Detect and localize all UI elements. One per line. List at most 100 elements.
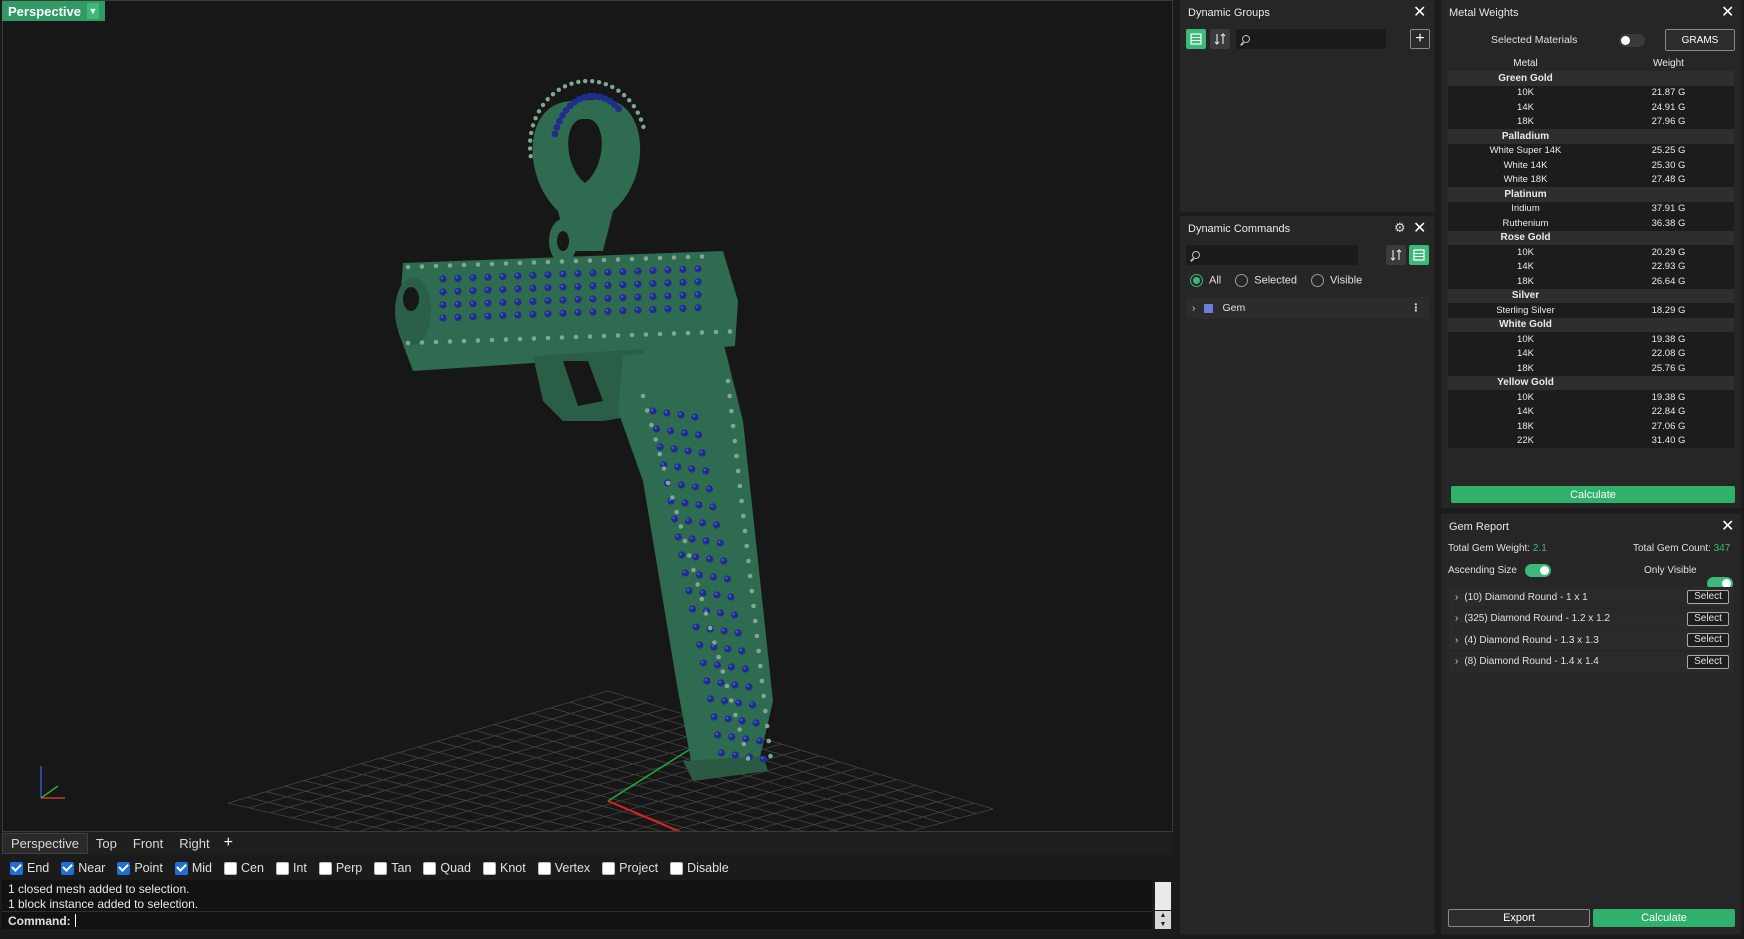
osnap-checkbox[interactable]: [423, 861, 437, 875]
gem-list-item[interactable]: › (325) Diamond Round - 1.2 x 1.2 Select: [1449, 608, 1733, 629]
gem-stone: [671, 515, 679, 523]
commands-search-input[interactable]: [1186, 245, 1358, 265]
calculate-weights-button[interactable]: Calculate: [1451, 486, 1735, 503]
osnap-knot[interactable]: Knot: [483, 861, 526, 875]
gem-stone: [734, 453, 739, 459]
close-icon[interactable]: ✕: [1721, 516, 1734, 536]
osnap-checkbox[interactable]: [483, 861, 496, 875]
osnap-checkbox[interactable]: [670, 861, 684, 875]
gem-stone: [530, 273, 534, 276]
osnap-checkbox[interactable]: [61, 861, 75, 875]
command-scrollbar[interactable]: ▲ ▼: [1154, 882, 1172, 929]
osnap-point[interactable]: Point: [117, 861, 163, 875]
filter-all-radio[interactable]: All: [1190, 274, 1221, 287]
osnap-checkbox[interactable]: [224, 861, 237, 875]
filter-visible-radio[interactable]: Visible: [1311, 274, 1362, 287]
groups-search-input[interactable]: [1236, 29, 1386, 49]
gem-stone: [733, 752, 736, 756]
select-gem-button[interactable]: Select: [1687, 633, 1729, 647]
close-icon[interactable]: ✕: [1721, 2, 1734, 22]
osnap-checkbox[interactable]: [374, 861, 388, 875]
tab-top[interactable]: Top: [88, 834, 125, 853]
calculate-gems-button[interactable]: Calculate: [1593, 909, 1735, 927]
osnap-project[interactable]: Project: [602, 861, 658, 875]
more-options-icon[interactable]: ⋮: [1411, 302, 1422, 314]
gem-stone: [574, 283, 582, 291]
osnap-checkbox[interactable]: [174, 861, 188, 875]
table-view-icon[interactable]: [1186, 29, 1206, 49]
chevron-right-icon[interactable]: ›: [1192, 302, 1196, 314]
osnap-label: End: [27, 861, 50, 875]
tab-right[interactable]: Right: [171, 834, 217, 853]
gem-stone: [653, 437, 658, 442]
select-gem-button[interactable]: Select: [1687, 611, 1729, 626]
selected-materials-toggle[interactable]: [1619, 34, 1645, 47]
add-group-button[interactable]: +: [1410, 29, 1430, 49]
perspective-viewport[interactable]: [2, 0, 1173, 832]
gem-list-item[interactable]: › (8) Diamond Round - 1.4 x 1.4 Select: [1449, 651, 1733, 672]
viewport-menu-caret-icon[interactable]: ▼: [87, 3, 99, 19]
gem-stone: [590, 270, 594, 274]
viewport-title-button[interactable]: Perspective ▼: [2, 1, 105, 21]
chevron-right-icon[interactable]: ›: [1455, 613, 1458, 624]
osnap-cen[interactable]: Cen: [224, 861, 264, 875]
gem-stone: [759, 678, 765, 684]
ascending-size-toggle[interactable]: [1525, 564, 1551, 577]
chevron-right-icon[interactable]: ›: [1455, 592, 1458, 603]
gem-stone: [454, 274, 462, 282]
gem-stone: [735, 468, 741, 474]
tab-perspective[interactable]: Perspective: [2, 832, 88, 854]
select-gem-button[interactable]: Select: [1687, 590, 1729, 604]
gem-stone: [692, 553, 700, 561]
gem-stone: [672, 446, 675, 450]
osnap-checkbox[interactable]: [602, 861, 616, 875]
osnap-quad[interactable]: Quad: [423, 861, 471, 875]
osnap-tan[interactable]: Tan: [374, 861, 411, 875]
metal-alloy-cell: Ruthenium: [1448, 216, 1603, 231]
scroll-down-icon[interactable]: ▼: [1155, 920, 1171, 929]
tab-front[interactable]: Front: [125, 834, 171, 853]
command-input[interactable]: Command:: [2, 911, 1152, 929]
scrollbar-thumb[interactable]: [1155, 882, 1171, 910]
select-gem-button[interactable]: Select: [1687, 654, 1729, 669]
gear-icon[interactable]: ⚙: [1394, 220, 1406, 236]
export-button[interactable]: Export: [1448, 909, 1590, 927]
osnap-int[interactable]: Int: [275, 861, 307, 875]
close-icon[interactable]: ✕: [1413, 2, 1426, 22]
gem-stone: [752, 618, 758, 624]
gem-stone: [682, 538, 688, 544]
gem-stone: [676, 534, 679, 538]
add-viewport-tab-button[interactable]: +: [218, 834, 239, 852]
osnap-vertex[interactable]: Vertex: [537, 861, 590, 875]
sort-icon[interactable]: [1210, 29, 1230, 49]
osnap-near[interactable]: Near: [61, 861, 105, 875]
osnap-perp[interactable]: Perp: [318, 861, 362, 875]
chevron-right-icon[interactable]: ›: [1455, 635, 1458, 646]
gem-stone: [679, 291, 687, 299]
osnap-checkbox[interactable]: [318, 861, 332, 875]
units-button[interactable]: GRAMS: [1665, 29, 1735, 51]
gem-list-item[interactable]: › (10) Diamond Round - 1 x 1 Select: [1449, 587, 1733, 607]
gem-stone: [668, 428, 671, 432]
table-view-icon[interactable]: [1409, 245, 1429, 265]
sort-icon[interactable]: [1386, 245, 1406, 265]
gem-stone: [711, 644, 714, 648]
close-icon[interactable]: ✕: [1413, 218, 1426, 238]
filter-selected-radio[interactable]: Selected: [1235, 274, 1297, 287]
osnap-checkbox[interactable]: [10, 861, 23, 875]
osnap-checkbox[interactable]: [117, 861, 131, 875]
osnap-checkbox[interactable]: [537, 861, 551, 875]
gem-stone: [574, 309, 582, 317]
gem-stone: [729, 664, 732, 668]
viewport-scene[interactable]: [3, 1, 1173, 832]
command-item-gem[interactable]: › Gem ⋮: [1186, 297, 1429, 319]
gem-stone: [699, 589, 707, 597]
osnap-disable[interactable]: Disable: [670, 861, 729, 875]
gem-stone: [455, 276, 459, 279]
gem-list-item[interactable]: › (4) Diamond Round - 1.3 x 1.3 Select: [1449, 630, 1733, 650]
osnap-checkbox[interactable]: [275, 861, 289, 875]
scroll-up-icon[interactable]: ▲: [1155, 911, 1171, 920]
chevron-right-icon[interactable]: ›: [1455, 656, 1458, 667]
osnap-mid[interactable]: Mid: [174, 861, 212, 875]
osnap-end[interactable]: End: [10, 861, 49, 875]
